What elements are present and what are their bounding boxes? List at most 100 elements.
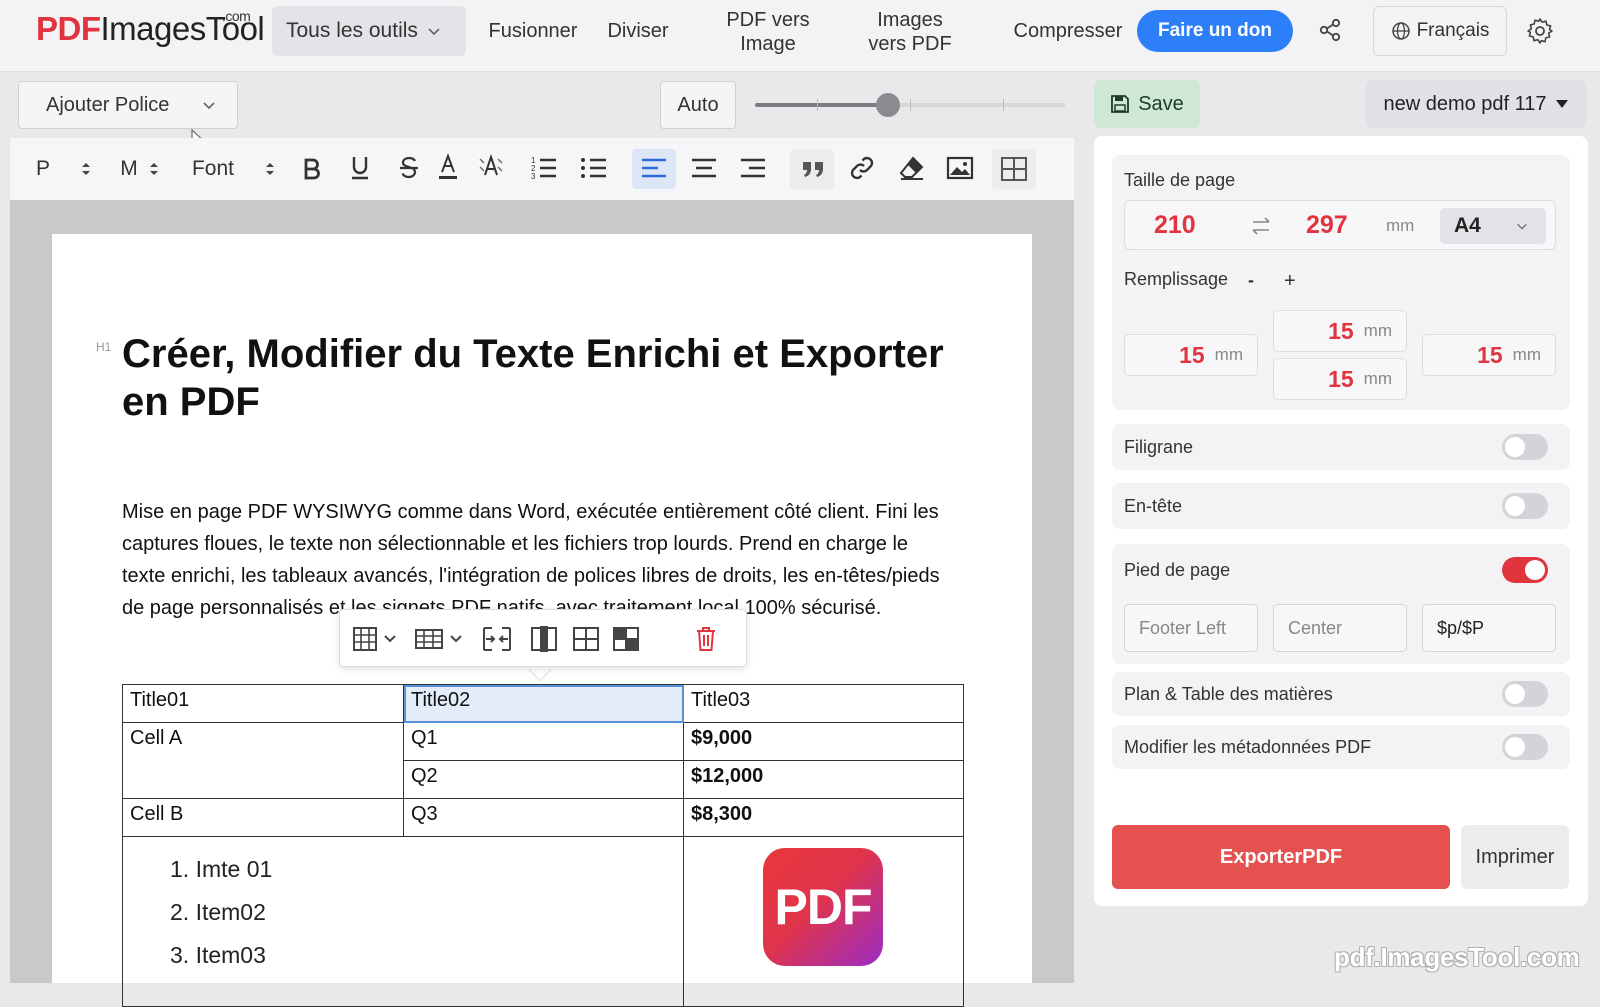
zoom-slider[interactable] — [755, 93, 1065, 117]
padding-unit: mm — [1363, 369, 1392, 388]
align-left-icon[interactable] — [640, 156, 668, 182]
all-tools-dropdown[interactable]: Tous les outils — [272, 6, 466, 56]
list-item[interactable]: 1. Imte 01 — [170, 848, 272, 891]
footer-toggle[interactable] — [1502, 557, 1548, 583]
nav-images-to-pdf[interactable]: Images vers PDF — [856, 8, 964, 56]
watermark-toggle[interactable] — [1502, 434, 1548, 460]
merge-cells-icon[interactable] — [480, 620, 514, 658]
updown-icon[interactable] — [264, 160, 276, 178]
document-title[interactable]: Créer, Modifier du Texte Enrichi et Expo… — [122, 330, 982, 426]
highlight-icon[interactable] — [478, 153, 504, 179]
table-cell[interactable]: Cell A — [122, 722, 404, 799]
ordered-list[interactable]: 1. Imte 01 2. Item02 3. Item03 — [170, 848, 272, 977]
page-size-unit: mm — [1386, 216, 1415, 235]
nav-split[interactable]: Diviser — [601, 19, 675, 43]
link-icon[interactable] — [848, 154, 876, 182]
ordered-list-icon[interactable]: 123 — [530, 155, 558, 181]
gear-icon[interactable] — [1525, 16, 1555, 46]
pdf-image[interactable]: PDF — [763, 848, 883, 966]
export-pdf-button[interactable]: ExporterPDF — [1112, 825, 1450, 889]
document-selector[interactable]: new demo pdf 117 — [1366, 80, 1586, 128]
page-format-select[interactable]: A4 — [1440, 208, 1546, 244]
donate-button[interactable]: Faire un don — [1137, 10, 1293, 52]
print-button[interactable]: Imprimer — [1461, 825, 1569, 889]
language-selector[interactable]: Français — [1373, 6, 1507, 56]
padding-unit: mm — [1512, 345, 1541, 364]
eraser-icon[interactable] — [898, 154, 926, 182]
table-cell[interactable]: Q1 — [403, 722, 684, 761]
table-rows-icon[interactable] — [414, 620, 468, 658]
nav-compress[interactable]: Compresser — [1008, 19, 1128, 43]
chevron-down-icon — [203, 102, 215, 110]
page-height-input[interactable]: 297 — [1306, 211, 1348, 240]
document-paragraph[interactable]: Mise en page PDF WYSIWYG comme dans Word… — [122, 496, 952, 624]
strikethrough-icon[interactable] — [397, 154, 421, 182]
toc-label: Plan & Table des matières — [1124, 684, 1333, 704]
zoom-slider-fill — [755, 103, 889, 107]
font-size-select[interactable]: M — [116, 138, 142, 200]
padding-bottom-input[interactable]: 15 mm — [1273, 358, 1407, 400]
bold-icon[interactable] — [300, 156, 324, 182]
metadata-toggle[interactable] — [1502, 734, 1548, 760]
font-family-select[interactable]: Font — [186, 138, 240, 200]
add-font-select[interactable]: Ajouter Police — [18, 81, 238, 129]
nav-merge[interactable]: Fusionner — [487, 19, 579, 43]
align-right-icon[interactable] — [739, 156, 767, 182]
save-label: Save — [1138, 92, 1184, 115]
padding-left-input[interactable]: 15 mm — [1124, 334, 1258, 376]
table-cell[interactable]: Title01 — [122, 684, 404, 723]
table-icon[interactable] — [1000, 156, 1028, 182]
footer-center-input[interactable]: Center — [1273, 604, 1407, 652]
header-toggle[interactable] — [1502, 493, 1548, 519]
padding-right-value: 15 — [1477, 341, 1503, 368]
table-cell[interactable]: $9,000 — [683, 722, 964, 761]
padding-right-input[interactable]: 15 mm — [1422, 334, 1556, 376]
slider-tick — [817, 99, 818, 111]
text-color-icon[interactable] — [436, 152, 460, 182]
table-cell[interactable]: Title03 — [683, 684, 964, 723]
footer-left-input[interactable]: Footer Left — [1124, 604, 1258, 652]
table-cell[interactable]: Q2 — [403, 760, 684, 799]
table-cell[interactable]: $12,000 — [683, 760, 964, 799]
zoom-slider-knob[interactable] — [876, 93, 901, 117]
image-icon[interactable] — [946, 155, 974, 181]
table-insert-icon[interactable] — [352, 620, 402, 658]
table-cell-selected[interactable]: Title02 — [403, 684, 684, 723]
bullet-list-icon[interactable] — [580, 155, 608, 181]
updown-icon[interactable] — [80, 160, 92, 178]
save-button[interactable]: Save — [1094, 80, 1200, 128]
footer-right-input[interactable]: $p/$P — [1422, 604, 1556, 652]
toc-toggle[interactable] — [1502, 681, 1548, 707]
auto-size-button[interactable]: Auto — [660, 81, 736, 129]
table-cell[interactable]: Q3 — [403, 798, 684, 837]
padding-plus-button[interactable]: + — [1284, 270, 1296, 293]
page-width-input[interactable]: 210 — [1154, 211, 1196, 240]
watermark-label: Filigrane — [1124, 437, 1194, 457]
underline-icon[interactable] — [348, 154, 372, 182]
swap-icon[interactable] — [1250, 216, 1272, 236]
quote-icon[interactable] — [800, 158, 826, 180]
split-column-icon[interactable] — [528, 620, 562, 658]
share-icon[interactable] — [1316, 16, 1344, 44]
nav-pdf-to-image[interactable]: PDF vers Image — [718, 8, 818, 56]
padding-label: Remplissage — [1124, 269, 1229, 289]
padding-top-input[interactable]: 15 mm — [1273, 310, 1407, 352]
table-cell[interactable]: Cell B — [122, 798, 404, 837]
chevron-down-icon — [1516, 223, 1527, 230]
align-center-icon[interactable] — [690, 156, 718, 182]
delete-table-icon[interactable] — [690, 620, 722, 658]
table-grid-icon[interactable] — [570, 620, 602, 658]
cell-value: $12,000 — [691, 765, 764, 787]
table-header-icon[interactable] — [610, 620, 642, 658]
list-item[interactable]: 3. Item03 — [170, 934, 272, 977]
table-cell[interactable]: $8,300 — [683, 798, 964, 837]
updown-icon[interactable] — [148, 160, 160, 178]
site-logo[interactable]: PDFImagesTool .com — [36, 8, 265, 48]
list-item[interactable]: 2. Item02 — [170, 891, 272, 934]
padding-minus-button[interactable]: - — [1248, 270, 1254, 291]
heading-level-tag: H1 — [96, 340, 112, 354]
caret-down-icon — [1555, 100, 1568, 108]
paragraph-style-select[interactable]: P — [30, 138, 56, 200]
slider-tick — [1003, 99, 1004, 111]
metadata-label: Modifier les métadonnées PDF — [1124, 737, 1372, 757]
